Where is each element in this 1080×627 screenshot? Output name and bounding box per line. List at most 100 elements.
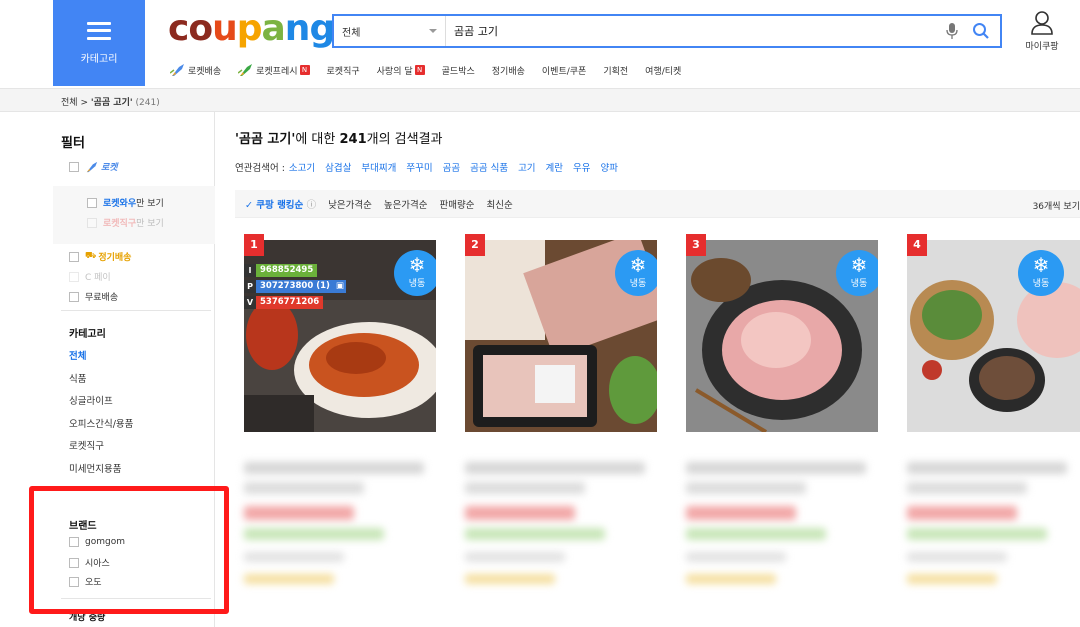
new-badge: N [414,65,425,75]
chevron-down-icon [429,29,437,33]
product-card[interactable]: 3 ❄ 냉동 [677,234,878,627]
product-id-badges: I 968852495 P 307273800 (1) ▣ V 5376771206 [244,264,346,312]
snowflake-icon: ❄ [629,253,647,277]
snowflake-icon: ❄ [408,253,426,277]
search-scope-select[interactable]: 전체 [334,16,446,46]
product-card[interactable]: 4 ❄ 냉동 [898,234,1080,627]
rocket-icon [86,161,98,172]
nav-rocket-direct[interactable]: 로켓직구 [327,64,360,77]
nav-exhibition[interactable]: 기획전 [603,64,628,77]
checkbox[interactable] [69,271,79,282]
search-results: '곰곰 고기'에 대한 241개의 검색결과 연관검색어 : 소고기 삼겹살 부… [235,112,1080,627]
frozen-badge: ❄ 냉동 [394,250,436,296]
category-section-title: 카테고리 [69,329,106,340]
sort-sales[interactable]: 판매량순 [440,197,475,211]
rocket-icon [238,64,253,76]
rocket-options-box: 로켓와우 만 보기 로켓직구 만 보기 [53,186,215,244]
filter-title: 필터 [61,136,85,151]
filter-rocket[interactable]: 로켓 [69,160,118,173]
checkbox[interactable] [69,161,79,172]
sort-high-price[interactable]: 높은가격순 [384,197,428,211]
category-link[interactable]: 로켓직구 [69,438,104,452]
category-link[interactable]: 오피스간식/용품 [69,416,133,430]
category-label: 카테고리 [80,53,118,65]
related-keyword[interactable]: 삼겹살 [325,160,351,174]
category-menu-button[interactable]: 카테고리 [53,0,145,86]
filter-free-shipping[interactable]: 무료배송 [69,290,118,303]
filter-rocket-direct[interactable]: 로켓직구 만 보기 [87,216,164,229]
snowflake-icon: ❄ [1032,253,1050,277]
frozen-badge: ❄ 냉동 [836,250,878,296]
breadcrumb-count: (241) [135,98,160,108]
copy-icon: ▣ [333,280,346,293]
related-keyword[interactable]: 곰곰 [443,160,460,174]
search-input[interactable] [454,16,924,46]
product-price-blurred [465,506,575,520]
rank-badge: 3 [686,234,706,256]
filter-coupay[interactable]: C 페이 [69,270,111,283]
category-link[interactable]: 미세먼지용품 [69,461,121,475]
nav-love-month[interactable]: 사랑의 달N [377,64,425,77]
checkbox[interactable] [69,291,79,302]
per-page-select[interactable]: 36개씩 보기 [1033,199,1080,212]
nav-goldbox[interactable]: 골드박스 [442,64,475,77]
filter-rocket-wow[interactable]: 로켓와우 만 보기 [87,196,164,209]
checkbox[interactable] [87,197,97,208]
sort-newest[interactable]: 최신순 [487,197,513,211]
frozen-badge: ❄ 냉동 [615,250,657,296]
info-icon: ⓘ [306,199,317,211]
coupang-logo[interactable]: coupang [168,8,335,49]
new-badge: N [299,65,310,75]
divider [61,310,211,311]
nav-regular-delivery[interactable]: 정기배송 [492,64,525,77]
product-title-blurred [907,462,1067,474]
related-searches: 연관검색어 : 소고기 삼겹살 부대찌개 쭈꾸미 곰곰 곰곰 식품 고기 계란 … [235,160,628,174]
related-keyword[interactable]: 우유 [573,160,590,174]
filter-regular-delivery[interactable]: ⛟ 정기배송 [69,250,131,263]
product-image[interactable]: ❄ 냉동 [907,240,1080,432]
sort-coupang-rank[interactable]: ✓ 쿠팡 랭킹순 ⓘ [245,197,316,211]
product-title-blurred [244,462,424,474]
rocket-icon [170,64,184,76]
microphone-icon[interactable] [946,23,958,39]
user-icon [1031,11,1053,35]
breadcrumb-root[interactable]: 전체 [61,98,78,108]
mypage-label: 마이쿠팡 [1025,42,1059,52]
product-image[interactable]: ❄ 냉동 [686,240,878,432]
related-keyword[interactable]: 소고기 [289,160,315,174]
results-title: '곰곰 고기'에 대한 241개의 검색결과 [235,132,443,147]
nav-travel-ticket[interactable]: 여행/티켓 [645,64,681,77]
nav-rocket-delivery[interactable]: 로켓배송 [170,63,221,77]
related-keyword[interactable]: 곰곰 식품 [470,160,508,174]
related-keyword[interactable]: 고기 [518,160,535,174]
related-keyword[interactable]: 부대찌개 [361,160,396,174]
search-bar: 전체 [332,14,1002,48]
nav-event-coupon[interactable]: 이벤트/쿠폰 [542,64,586,77]
related-keyword[interactable]: 양파 [601,160,618,174]
related-keyword[interactable]: 쭈꾸미 [406,160,432,174]
breadcrumb-current: '곰곰 고기' [90,98,133,108]
product-card[interactable]: 1 ❄ 냉동 I 968852495 P 307273800 (1) ▣ V 537677… [235,234,436,627]
header: 카테고리 coupang 전체 마이쿠팡 로켓배송 로켓프레시 N 로켓직구 사… [0,0,1080,88]
related-keyword[interactable]: 계란 [546,160,563,174]
product-card[interactable]: 2 ❄ 냉동 [456,234,657,627]
snowflake-icon: ❄ [850,253,868,277]
sort-low-price[interactable]: 낮은가격순 [328,197,372,211]
checkbox[interactable] [69,251,79,262]
product-price-blurred [244,506,354,520]
search-icon[interactable] [972,22,990,40]
sub-navigation: 로켓배송 로켓프레시 N 로켓직구 사랑의 달N 골드박스 정기배송 이벤트/쿠… [170,63,698,77]
category-link[interactable]: 싱글라이프 [69,393,113,407]
highlight-box [29,486,229,614]
hamburger-icon [87,21,111,40]
nav-rocket-fresh[interactable]: 로켓프레시 N [238,63,310,77]
sort-bar: ✓ 쿠팡 랭킹순 ⓘ 낮은가격순 높은가격순 판매량순 최신순 36개씩 보기 [235,190,1080,218]
product-image[interactable]: ❄ 냉동 [465,240,657,432]
rank-badge: 1 [244,234,264,256]
category-link-all[interactable]: 전체 [69,348,86,362]
checkbox[interactable] [87,217,97,228]
product-title-blurred [465,462,645,474]
product-title-blurred [686,462,866,474]
category-link[interactable]: 식품 [69,371,86,385]
mypage-button[interactable]: 마이쿠팡 [1020,10,1064,52]
